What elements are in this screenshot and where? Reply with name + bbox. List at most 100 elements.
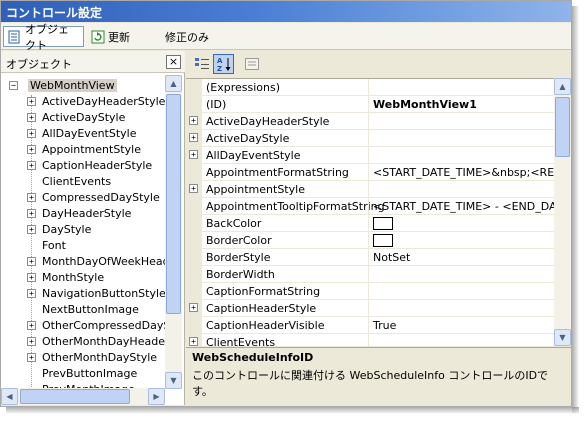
tree-item[interactable]: + OtherMonthDayStyle: [27, 349, 157, 365]
property-row[interactable]: BorderStyle NotSet: [186, 249, 554, 266]
property-row[interactable]: BorderWidth: [186, 266, 554, 283]
tree-item[interactable]: + NavigationButtonStyle: [27, 285, 165, 301]
property-row[interactable]: BackColor: [186, 215, 554, 232]
property-value[interactable]: [368, 283, 554, 300]
expand-icon[interactable]: +: [27, 96, 36, 106]
tree-item[interactable]: ClientEvents: [27, 173, 111, 189]
property-value[interactable]: NotSet: [368, 249, 554, 266]
alphabetical-button[interactable]: AZ: [213, 54, 234, 74]
property-value[interactable]: [368, 300, 554, 317]
tree-item[interactable]: + DayHeaderStyle: [27, 205, 131, 221]
property-value[interactable]: [368, 334, 554, 346]
tree-item-label: OtherMonthDayStyle: [42, 350, 158, 364]
expand-icon[interactable]: +: [27, 320, 36, 330]
property-value[interactable]: [368, 232, 554, 249]
tree-vertical-scrollbar[interactable]: ▲ ▼: [165, 75, 182, 389]
tree-item[interactable]: PrevButtonImage: [27, 365, 137, 381]
tree-item[interactable]: + ActiveDayStyle: [27, 109, 125, 125]
property-value[interactable]: [368, 181, 554, 198]
grid-vertical-scrollbar[interactable]: ▲ ▼: [554, 78, 571, 346]
expand-icon[interactable]: +: [189, 133, 198, 142]
expand-icon[interactable]: +: [189, 116, 198, 125]
property-row[interactable]: BorderColor: [186, 232, 554, 249]
property-value[interactable]: WebMonthView1: [368, 96, 554, 113]
property-value[interactable]: <START_DATE_TIME>&nbsp;<REMINDER>: [368, 164, 554, 181]
property-row[interactable]: (ID) WebMonthView1: [186, 96, 554, 113]
tree-scroll-thumb[interactable]: [166, 94, 181, 314]
property-row-margin: +: [186, 130, 202, 147]
tree-item[interactable]: + AppointmentStyle: [27, 141, 141, 157]
property-value[interactable]: [368, 130, 554, 147]
tree-hscroll-thumb[interactable]: [20, 389, 130, 404]
tree-item[interactable]: + CompressedDayStyle: [27, 189, 160, 205]
refresh-button[interactable]: 更新: [87, 26, 137, 47]
property-value[interactable]: [368, 79, 554, 96]
grid-scroll-down-icon[interactable]: ▼: [554, 329, 571, 346]
expand-icon[interactable]: +: [27, 336, 36, 346]
collapse-icon[interactable]: −: [9, 80, 18, 90]
property-value[interactable]: <START_DATE_TIME> - <END_DATE_TIME>: [368, 198, 554, 215]
tree-root-item[interactable]: − WebMonthView: [9, 77, 117, 93]
property-row[interactable]: + AllDayEventStyle: [186, 147, 554, 164]
expand-icon[interactable]: +: [189, 303, 198, 312]
expand-icon[interactable]: +: [27, 192, 36, 202]
color-swatch[interactable]: [373, 217, 393, 230]
property-row[interactable]: CaptionFormatString: [186, 283, 554, 300]
tree-item-label: NavigationButtonStyle: [42, 286, 165, 300]
property-value[interactable]: [368, 266, 554, 283]
expand-icon[interactable]: +: [189, 150, 198, 159]
tree-item-label: MonthStyle: [42, 270, 105, 284]
expand-icon[interactable]: +: [27, 256, 36, 266]
property-row[interactable]: + ClientEvents: [186, 334, 554, 346]
scroll-left-icon[interactable]: ◀: [1, 388, 18, 405]
tree-item[interactable]: + DayStyle: [27, 221, 91, 237]
property-value[interactable]: [368, 113, 554, 130]
expand-icon[interactable]: +: [189, 184, 198, 193]
object-button[interactable]: オブジェクト: [3, 23, 84, 52]
scroll-down-icon[interactable]: ▼: [165, 372, 182, 389]
tree-item[interactable]: + CaptionHeaderStyle: [27, 157, 152, 173]
scroll-up-icon[interactable]: ▲: [165, 75, 182, 92]
property-row[interactable]: AppointmentFormatString <START_DATE_TIME>…: [186, 164, 554, 181]
close-icon[interactable]: ×: [166, 55, 181, 69]
expand-icon[interactable]: +: [27, 112, 36, 122]
expand-icon[interactable]: +: [27, 224, 36, 234]
property-value[interactable]: [368, 147, 554, 164]
tree-horizontal-scrollbar[interactable]: ◀ ▶: [1, 388, 165, 405]
tree-item[interactable]: + ActiveDayHeaderStyle: [27, 93, 165, 109]
expand-icon[interactable]: +: [27, 352, 36, 362]
expand-icon[interactable]: +: [27, 144, 36, 154]
categorized-button[interactable]: [191, 54, 212, 74]
property-row[interactable]: CaptionHeaderVisible True: [186, 317, 554, 334]
property-row[interactable]: + AppointmentStyle: [186, 181, 554, 198]
window-shadow-bottom: [6, 407, 579, 414]
expand-icon[interactable]: +: [27, 288, 36, 298]
property-value[interactable]: True: [368, 317, 554, 334]
property-value[interactable]: [368, 215, 554, 232]
property-row[interactable]: + ActiveDayStyle: [186, 130, 554, 147]
tree-item[interactable]: + AllDayEventStyle: [27, 125, 137, 141]
expand-icon[interactable]: +: [27, 272, 36, 282]
grid-scroll-thumb[interactable]: [555, 97, 570, 157]
expand-icon[interactable]: +: [27, 208, 36, 218]
tree-item[interactable]: + OtherCompressedDayStyle: [27, 317, 165, 333]
scroll-right-icon[interactable]: ▶: [148, 388, 165, 405]
tree-item[interactable]: + OtherMonthDayHeaderStyle: [27, 333, 165, 349]
tree-item[interactable]: Font: [27, 237, 66, 253]
color-swatch[interactable]: [373, 234, 393, 247]
tree-item[interactable]: + MonthStyle: [27, 269, 104, 285]
tree-item[interactable]: NextButtonImage: [27, 301, 139, 317]
property-row[interactable]: + ActiveDayHeaderStyle: [186, 113, 554, 130]
property-pages-button[interactable]: [241, 54, 262, 74]
expand-icon[interactable]: +: [189, 337, 198, 346]
property-row-margin: [186, 266, 202, 283]
modified-only-button[interactable]: 修正のみ: [161, 26, 221, 47]
property-row[interactable]: (Expressions): [186, 79, 554, 96]
tree-item[interactable]: + MonthDayOfWeekHeaderStyle: [27, 253, 165, 269]
grid-scroll-up-icon[interactable]: ▲: [554, 78, 571, 95]
property-row[interactable]: AppointmentTooltipFormatString <START_DAT…: [186, 198, 554, 215]
tree-item-label: Font: [42, 238, 66, 252]
property-row[interactable]: + CaptionHeaderStyle: [186, 300, 554, 317]
expand-icon[interactable]: +: [27, 160, 36, 170]
expand-icon[interactable]: +: [27, 128, 36, 138]
